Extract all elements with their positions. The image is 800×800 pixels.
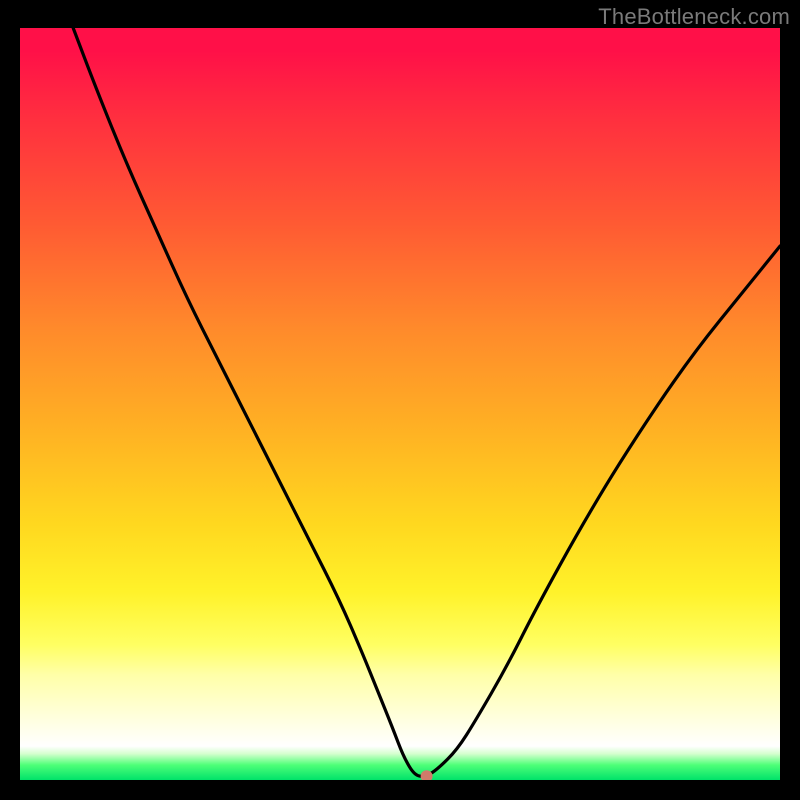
curve-layer	[20, 28, 780, 780]
watermark-text: TheBottleneck.com	[598, 4, 790, 30]
plot-area	[20, 28, 780, 780]
bottleneck-curve	[73, 28, 780, 776]
chart-stage: TheBottleneck.com	[0, 0, 800, 800]
